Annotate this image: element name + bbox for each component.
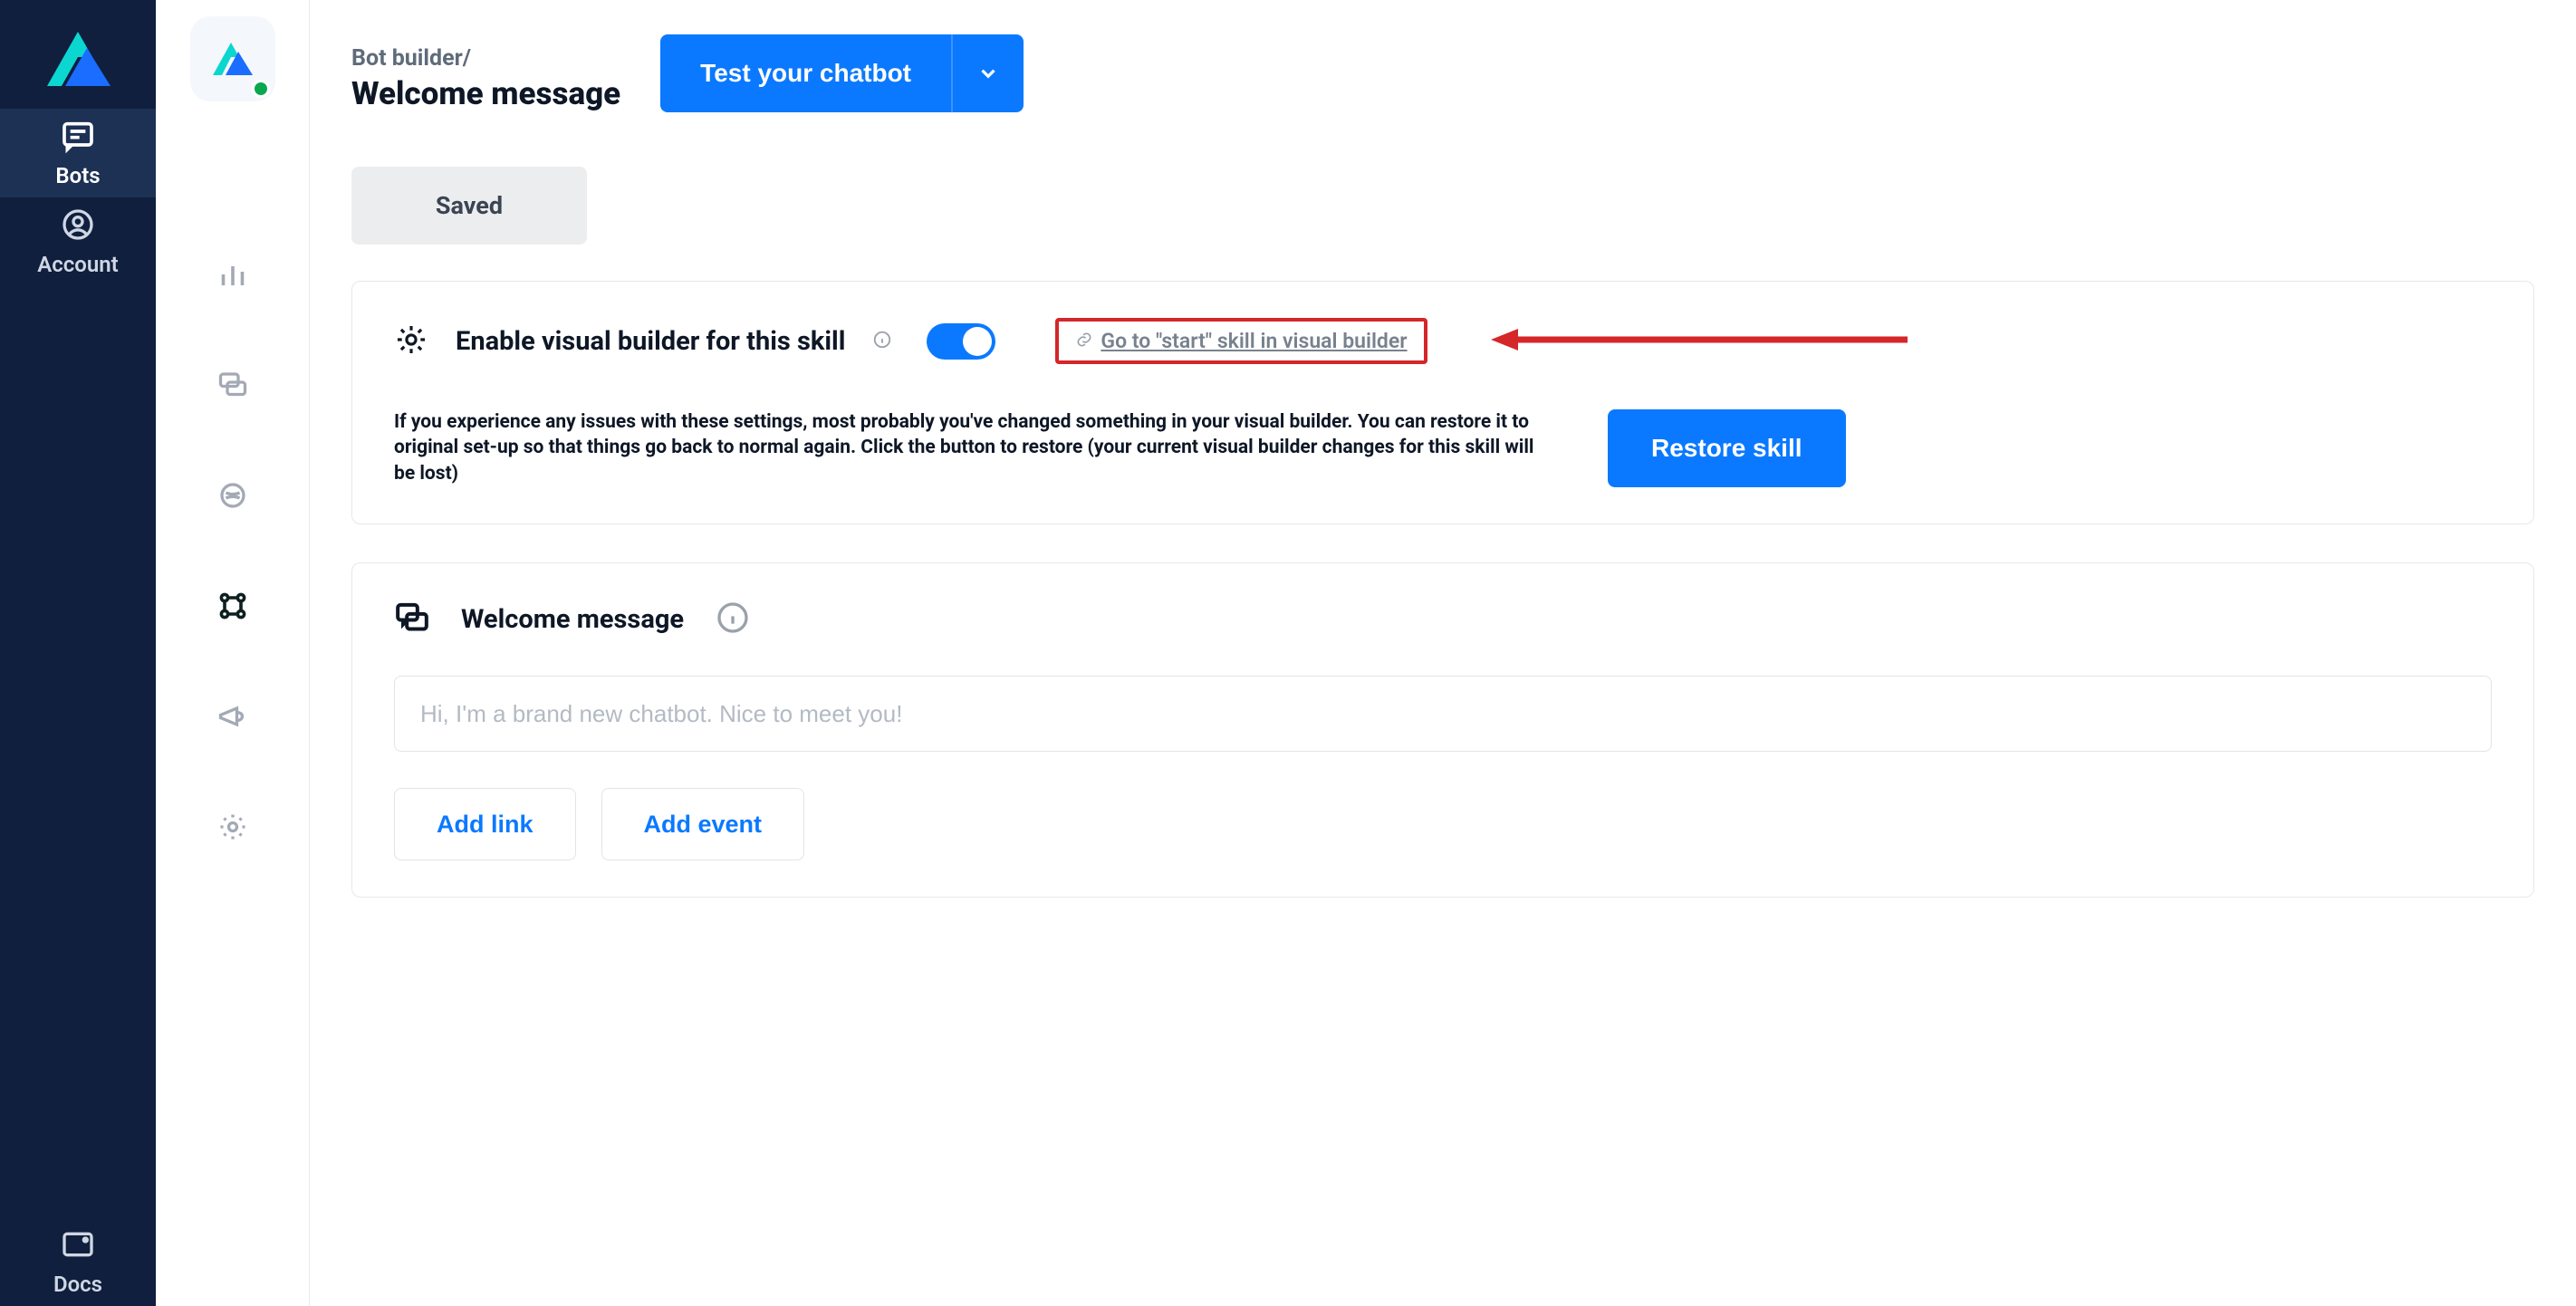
main-content: Bot builder/ Welcome message Test your c… — [310, 0, 2576, 1306]
chat-icon — [394, 600, 430, 639]
subnav-settings[interactable] — [209, 803, 256, 850]
page-header: Bot builder/ Welcome message Test your c… — [351, 34, 2534, 112]
goto-start-skill-highlight: Go to "start" skill in visual builder — [1055, 318, 1427, 364]
restore-skill-button[interactable]: Restore skill — [1608, 409, 1846, 487]
rail-item-account[interactable]: Account — [0, 197, 156, 286]
subnav-broadcast[interactable] — [209, 693, 256, 740]
online-indicator — [252, 80, 270, 98]
info-icon[interactable] — [715, 600, 751, 639]
visual-builder-card: Enable visual builder for this skill Go … — [351, 281, 2534, 524]
breadcrumb: Bot builder/ — [351, 45, 620, 72]
subnav-conversations[interactable] — [209, 361, 256, 408]
chevron-down-icon[interactable] — [951, 34, 1024, 112]
link-icon — [1075, 331, 1093, 352]
subnav-knowledge[interactable] — [209, 472, 256, 519]
rail-label-docs: Docs — [53, 1272, 102, 1297]
primary-rail: Bots Account Docs — [0, 0, 156, 1306]
goto-start-skill-link[interactable]: Go to "start" skill in visual builder — [1101, 329, 1407, 353]
rail-label-bots: Bots — [55, 163, 100, 188]
visual-builder-toggle[interactable] — [927, 323, 995, 360]
secondary-nav — [156, 0, 310, 1306]
add-link-button[interactable]: Add link — [394, 788, 576, 860]
welcome-message-input[interactable] — [394, 676, 2492, 752]
bot-avatar[interactable] — [190, 16, 275, 101]
welcome-message-card: Welcome message Add link Add event — [351, 562, 2534, 898]
annotation-arrow — [1491, 326, 1908, 357]
welcome-message-heading: Welcome message — [461, 604, 684, 635]
test-chatbot-button[interactable]: Test your chatbot — [660, 34, 1024, 112]
restore-warning-text: If you experience any issues with these … — [394, 409, 1535, 486]
rail-item-docs[interactable]: Docs — [0, 1217, 156, 1306]
enable-visual-builder-label: Enable visual builder for this skill — [456, 326, 845, 357]
test-chatbot-label: Test your chatbot — [660, 34, 951, 112]
rail-item-bots[interactable]: Bots — [0, 109, 156, 197]
page-title: Welcome message — [351, 75, 620, 112]
app-logo — [0, 0, 156, 109]
saved-status: Saved — [351, 167, 587, 245]
add-event-button[interactable]: Add event — [601, 788, 805, 860]
info-icon[interactable] — [872, 330, 892, 353]
gear-icon — [394, 322, 428, 360]
subnav-analytics[interactable] — [209, 251, 256, 298]
rail-label-account: Account — [37, 252, 119, 277]
subnav-builder[interactable] — [209, 582, 256, 629]
